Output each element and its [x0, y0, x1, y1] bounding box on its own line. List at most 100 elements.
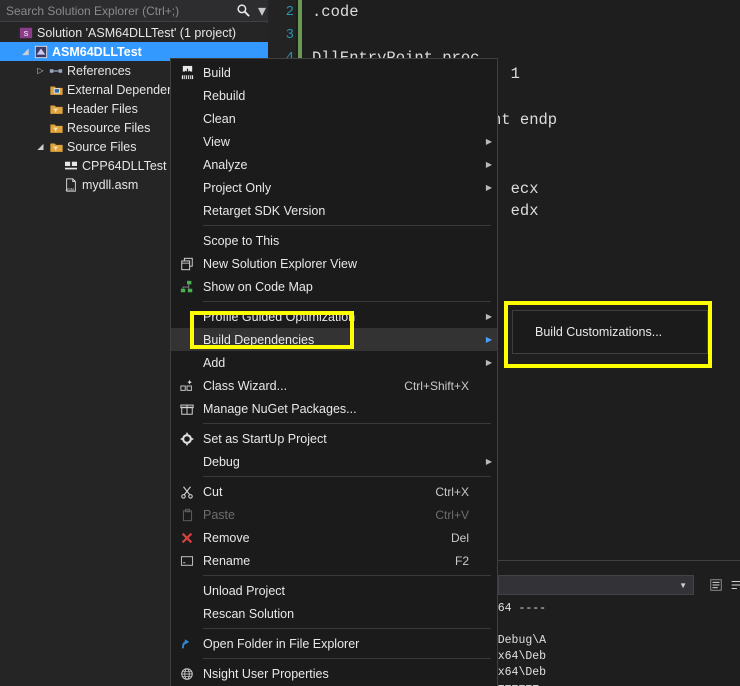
folder-deps-icon	[47, 83, 65, 97]
globe-icon	[171, 667, 203, 681]
rename-icon	[171, 555, 203, 567]
menu-item-scope-to-this[interactable]: Scope to This	[171, 229, 497, 252]
menu-item-rename[interactable]: Rename F2	[171, 549, 497, 572]
code-text: , edx	[492, 202, 539, 220]
build-dependencies-submenu: Build Customizations...	[512, 310, 708, 354]
svg-text:ASM: ASM	[65, 186, 74, 191]
menu-item-label: Remove	[203, 530, 250, 545]
code-map-icon	[171, 280, 203, 294]
menu-item-label: Clean	[203, 111, 236, 126]
search-icon[interactable]	[230, 0, 256, 22]
new-window-icon	[171, 257, 203, 271]
menu-item-retarget-sdk-version[interactable]: Retarget SDK Version	[171, 199, 497, 222]
submenu-chevron-right-icon: ▶	[485, 160, 493, 169]
menu-item-debug[interactable]: Debug ▶	[171, 450, 497, 473]
menu-item-paste: Paste Ctrl+V	[171, 503, 497, 526]
menu-item-label: Cut	[203, 484, 223, 499]
menu-item-label: Profile Guided Optimization	[203, 309, 356, 324]
scissors-icon	[171, 485, 203, 499]
menu-item-unload-project[interactable]: Unload Project	[171, 579, 497, 602]
gear-icon	[171, 432, 203, 446]
code-fragment: , ecx	[492, 177, 539, 201]
expander-icon[interactable]: ◢	[19, 47, 32, 56]
solution-icon: S	[17, 26, 35, 40]
menu-item-new-solution-explorer-view[interactable]: New Solution Explorer View	[171, 252, 497, 275]
menu-item-add[interactable]: Add ▶	[171, 351, 497, 374]
tree-item-label: mydll.asm	[82, 177, 139, 192]
menu-item-nsight-user-properties[interactable]: Nsight User Properties	[171, 662, 497, 685]
search-input[interactable]	[0, 2, 230, 19]
tree-item-label: Header Files	[67, 101, 138, 116]
menu-item-view[interactable]: View ▶	[171, 130, 497, 153]
menu-item-label: Retarget SDK Version	[203, 203, 326, 218]
code-fragment: nt endp	[492, 108, 557, 132]
project-context-menu: Build Rebuild Clean View ▶ Analyze ▶ Project On…	[170, 58, 498, 686]
menu-item-profile-guided-optimization[interactable]: Profile Guided Optimization ▶	[171, 305, 497, 328]
code-line: 3	[268, 23, 312, 47]
asm-file-icon: ASM	[62, 177, 80, 192]
expander-icon[interactable]: ◢	[34, 142, 47, 151]
menu-item-clean[interactable]: Clean	[171, 107, 497, 130]
menu-item-shortcut: Ctrl+X	[435, 484, 469, 499]
menu-item-set-as-startup-project[interactable]: Set as StartUp Project	[171, 427, 497, 450]
output-source-combobox[interactable]: ▼	[498, 575, 694, 595]
submenu-chevron-right-icon: ▶	[485, 137, 493, 146]
menu-item-label: Open Folder in File Explorer	[203, 636, 360, 651]
menu-item-label: Add	[203, 355, 226, 370]
menu-item-label: Debug	[203, 454, 240, 469]
submenu-chevron-right-icon: ▶	[485, 183, 493, 192]
menu-item-rescan-solution[interactable]: Rescan Solution	[171, 602, 497, 625]
output-clear-icon[interactable]	[706, 575, 726, 595]
menu-item-label: Rename	[203, 553, 251, 568]
class-wizard-icon	[171, 379, 203, 393]
svg-text:S: S	[24, 31, 29, 38]
menu-item-label: Show on Code Map	[203, 279, 313, 294]
menu-item-class-wizard[interactable]: Class Wizard... Ctrl+Shift+X	[171, 374, 497, 397]
menu-item-build[interactable]: Build	[171, 61, 497, 84]
menu-item-label: View	[203, 134, 230, 149]
menu-item-label: Project Only	[203, 180, 272, 195]
menu-item-open-folder-in-file-explorer[interactable]: Open Folder in File Explorer	[171, 632, 497, 655]
cpp-project-icon	[32, 45, 50, 59]
build-icon	[171, 65, 203, 80]
menu-separator	[203, 225, 491, 226]
x-mark-icon	[171, 531, 203, 545]
menu-item-analyze[interactable]: Analyze ▶	[171, 153, 497, 176]
menu-item-project-only[interactable]: Project Only ▶	[171, 176, 497, 199]
menu-item-label: Build	[203, 65, 231, 80]
menu-item-label: Analyze	[203, 157, 248, 172]
menu-separator	[203, 476, 491, 477]
tree-item-solution-asm64dlltest-1-project[interactable]: S Solution 'ASM64DLLTest' (1 project)	[0, 23, 268, 42]
folder-filter-icon	[47, 121, 65, 135]
tree-item-label: CPP64DLLTest	[82, 158, 167, 173]
expander-icon[interactable]: ▷	[34, 66, 47, 75]
output-wordwrap-icon[interactable]	[726, 575, 740, 595]
menu-item-show-on-code-map[interactable]: Show on Code Map	[171, 275, 497, 298]
menu-item-manage-nuget-packages[interactable]: Manage NuGet Packages...	[171, 397, 497, 420]
search-dropdown-chevron-down-icon[interactable]: ▾	[256, 0, 268, 22]
menu-separator	[203, 575, 491, 576]
submenu-chevron-right-icon: ▶	[485, 335, 493, 344]
menu-item-build-dependencies[interactable]: Build Dependencies ▶	[171, 328, 497, 351]
menu-item-label: Manage NuGet Packages...	[203, 401, 357, 416]
tree-item-label: ASM64DLLTest	[52, 44, 142, 59]
menu-item-shortcut: Del	[450, 530, 469, 545]
menu-separator	[203, 423, 491, 424]
references-icon	[47, 64, 65, 78]
change-indicator-bar	[298, 23, 302, 47]
visual-studio-window: ▾ S Solution 'ASM64DLLTest' (1 project) ◢ A…	[0, 0, 740, 686]
submenu-chevron-right-icon: ▶	[485, 358, 493, 367]
menu-separator	[203, 301, 491, 302]
menu-item-remove[interactable]: Remove Del	[171, 526, 497, 549]
submenu-item-build-customizations[interactable]: Build Customizations...	[513, 325, 662, 339]
menu-item-shortcut: Ctrl+Shift+X	[404, 378, 469, 393]
menu-item-rebuild[interactable]: Rebuild	[171, 84, 497, 107]
folder-filter-icon	[47, 140, 65, 154]
submenu-chevron-right-icon: ▶	[485, 312, 493, 321]
tree-item-label: References	[67, 63, 131, 78]
menu-item-cut[interactable]: Cut Ctrl+X	[171, 480, 497, 503]
solution-explorer-search-bar: ▾	[0, 0, 268, 22]
menu-item-shortcut: Ctrl+V	[435, 507, 469, 522]
nuget-icon	[171, 402, 203, 416]
menu-item-label: Scope to This	[203, 233, 280, 248]
